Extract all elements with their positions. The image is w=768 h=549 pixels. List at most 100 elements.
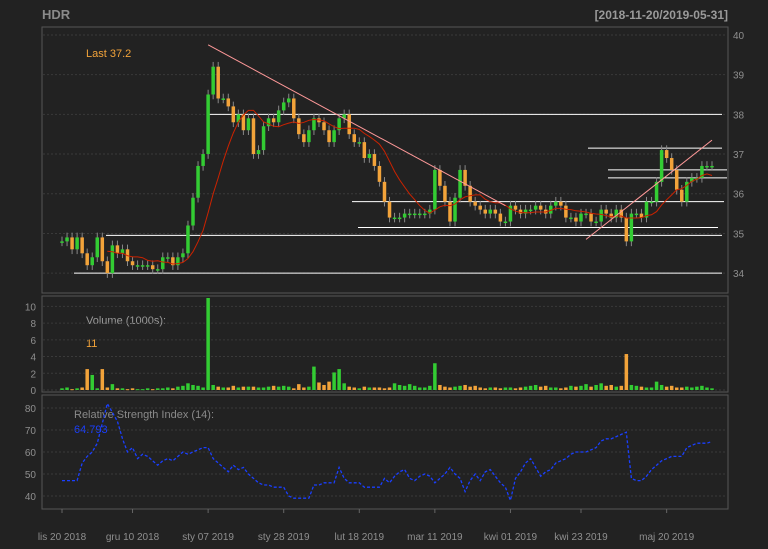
volume-bar <box>669 385 674 390</box>
candle <box>478 205 482 210</box>
volume-bar <box>362 386 367 390</box>
volume-bar <box>302 387 306 390</box>
rsi-panel: Relative Strength Index (14): 64.793 405… <box>25 394 729 510</box>
candle <box>302 134 306 143</box>
last-price-label: Last 37.2 <box>86 48 131 60</box>
candle <box>85 253 89 266</box>
candle <box>251 118 256 155</box>
candle <box>503 221 508 224</box>
volume-bar <box>181 385 185 390</box>
volume-bar <box>397 384 402 390</box>
volume-bar <box>680 387 684 390</box>
candle <box>453 197 457 222</box>
volume-bar <box>513 388 518 390</box>
candle <box>448 201 452 222</box>
candle <box>181 253 185 258</box>
volume-bar <box>579 385 583 390</box>
symbol-title: HDR <box>42 7 71 22</box>
candle <box>397 217 402 220</box>
volume-bar <box>95 388 100 390</box>
volume-bar <box>468 386 472 390</box>
candle <box>115 245 120 254</box>
volume-bar <box>196 385 200 390</box>
volume-bar <box>438 384 442 390</box>
candle <box>276 110 281 123</box>
candle <box>231 106 236 123</box>
candle <box>261 126 266 151</box>
volume-tick-label: 8 <box>30 319 36 330</box>
volume-bar <box>135 389 140 391</box>
volume-bar <box>246 386 251 390</box>
volume-bar <box>705 387 709 390</box>
candle <box>669 158 674 170</box>
volume-bar <box>332 372 336 390</box>
candle <box>191 197 195 226</box>
candle <box>538 205 543 210</box>
candle <box>362 142 367 159</box>
chart-stage: HDR [2018-11-20/2019-05-31] Last 37.2 34… <box>25 7 745 543</box>
candle <box>674 169 679 190</box>
volume-bar <box>372 387 377 390</box>
volume-bar <box>226 387 231 390</box>
volume-bar <box>695 386 699 390</box>
volume-bar <box>412 385 417 390</box>
rsi-tick-label: 70 <box>25 426 37 437</box>
price-panel: Last 37.2 34 35 36 37 38 39 40 <box>41 26 745 294</box>
volume-bar <box>639 386 644 390</box>
volume-panel: Volume (1000s): 11 0246810 <box>25 295 729 397</box>
x-tick-label: kwi 23 2019 <box>554 532 608 543</box>
volume-bar <box>327 381 331 390</box>
candle <box>196 165 200 198</box>
candle <box>100 237 105 262</box>
candle <box>75 237 79 250</box>
volume-bar <box>65 387 69 390</box>
candle <box>271 118 276 123</box>
candle <box>216 66 220 99</box>
volume-bar <box>473 385 477 390</box>
volume-bar <box>292 388 296 390</box>
volume-bar <box>161 388 165 390</box>
price-tick-label: 38 <box>733 110 745 121</box>
candle <box>498 213 503 222</box>
volume-bar <box>261 387 266 390</box>
volume-bar <box>674 387 679 390</box>
candle <box>266 118 271 127</box>
candle <box>468 185 472 202</box>
candle <box>105 261 110 274</box>
volume-bar <box>342 383 346 390</box>
candle <box>377 165 382 182</box>
volume-bar <box>357 388 362 390</box>
volume-bar <box>322 384 326 390</box>
volume-bar <box>448 387 452 390</box>
volume-bar <box>453 386 457 390</box>
volume-bar <box>619 385 624 390</box>
candle <box>150 265 155 270</box>
volume-bar <box>271 385 276 390</box>
volume-bar <box>382 388 387 390</box>
price-tick-label: 36 <box>733 190 745 201</box>
rsi-tick-label: 80 <box>25 404 37 415</box>
rsi-tick-label: 60 <box>25 448 37 459</box>
volume-bar <box>130 388 135 390</box>
candle <box>372 154 377 166</box>
candle <box>327 130 331 143</box>
candle <box>574 217 578 222</box>
candle <box>680 189 684 202</box>
candle <box>60 241 64 243</box>
candle <box>65 237 69 242</box>
volume-bar <box>80 387 84 390</box>
candle <box>382 181 387 202</box>
volume-tick-label: 6 <box>30 336 36 347</box>
x-tick-label: kwi 01 2019 <box>484 532 538 543</box>
volume-bar <box>574 386 578 390</box>
volume-bar <box>286 386 291 390</box>
candle <box>407 213 412 216</box>
volume-bar <box>528 385 533 390</box>
candle <box>659 150 664 182</box>
candle <box>130 261 135 266</box>
volume-title: Volume (1000s): <box>86 315 166 327</box>
volume-bar <box>251 386 256 390</box>
x-tick-label: sty 28 2019 <box>258 532 310 543</box>
volume-bar <box>609 384 613 390</box>
volume-bar <box>115 388 120 390</box>
